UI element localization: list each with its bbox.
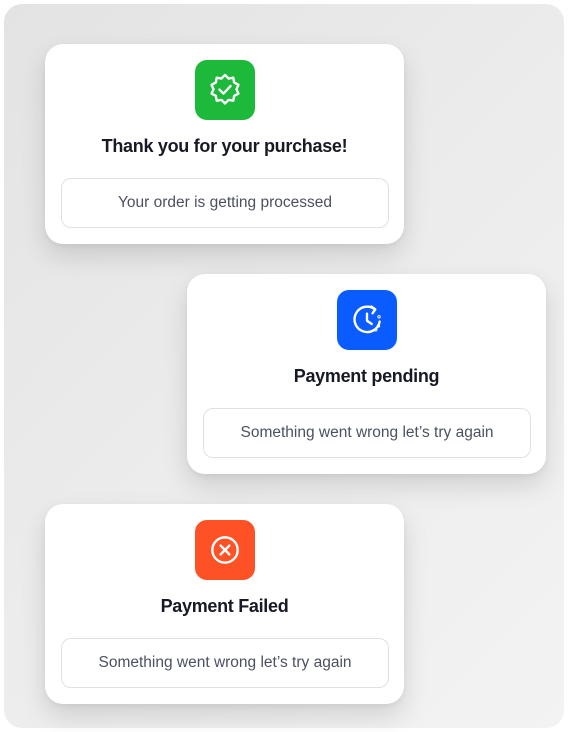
status-message: Something went wrong let’s try again: [61, 638, 389, 688]
failed-icon-tile: [195, 520, 255, 580]
pending-icon-tile: [337, 290, 397, 350]
card-title: Payment pending: [293, 366, 440, 386]
card-title: Payment Failed: [160, 596, 289, 616]
x-circle-icon: [211, 536, 239, 564]
card-title: Thank you for your purchase!: [101, 136, 348, 156]
payment-failed-card: Payment Failed Something went wrong let’…: [45, 504, 404, 704]
verified-badge-check-icon: [210, 73, 240, 105]
purchase-success-card: Thank you for your purchase! Your order …: [45, 44, 404, 244]
clock-pending-icon: [353, 305, 381, 334]
payment-pending-card: Payment pending Something went wrong let…: [187, 274, 546, 474]
success-icon-tile: [195, 60, 255, 120]
notification-showcase: Thank you for your purchase! Your order …: [4, 4, 564, 728]
status-message: Your order is getting processed: [61, 178, 389, 228]
status-message: Something went wrong let’s try again: [203, 408, 531, 458]
